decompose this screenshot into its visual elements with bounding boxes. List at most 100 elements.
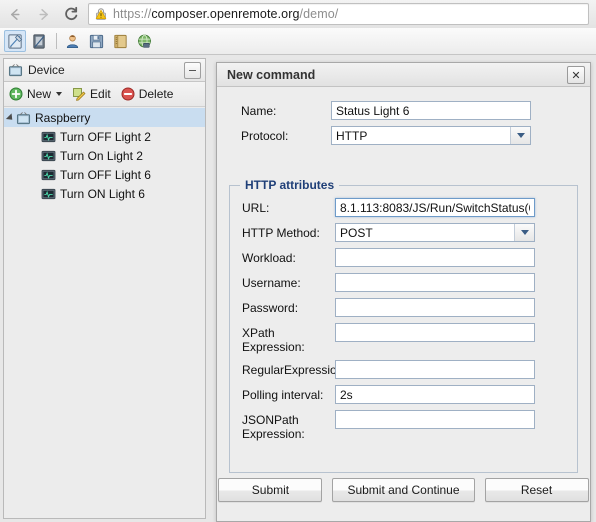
chevron-down-icon [516, 133, 525, 138]
url-input[interactable] [335, 198, 535, 217]
field-row-http-method: HTTP Method: [242, 223, 577, 242]
field-row-xpath: XPath Expression: [242, 323, 577, 354]
tree-item-label: Turn OFF Light 2 [60, 129, 151, 144]
protocol-select-wrap [331, 126, 531, 145]
username-label: Username: [242, 276, 301, 290]
field-row-password: Password: [242, 298, 577, 317]
http-attributes-rows: URL: HTTP Method: Workload: [230, 186, 577, 441]
http-method-label: HTTP Method: [242, 226, 320, 240]
polling-interval-label: Polling interval: [242, 388, 324, 402]
workload-input[interactable] [335, 248, 535, 267]
field-row-url: URL: [242, 198, 577, 217]
chevron-down-icon [520, 230, 529, 235]
http-method-select[interactable] [335, 223, 535, 242]
globe-online-icon[interactable] [133, 30, 155, 52]
url-scheme: https:// [113, 7, 152, 21]
toolbar-separator [56, 33, 57, 49]
tree-item-label: Turn On Light 2 [60, 148, 143, 163]
tree-item-label: Turn OFF Light 6 [60, 167, 151, 182]
device-tree: Raspberry Turn OFF Light 2 Turn On Light… [4, 107, 205, 203]
device-panel-actions: New Edit Delete [4, 82, 205, 107]
tree-item-command[interactable]: Turn OFF Light 6 [4, 165, 205, 184]
username-input[interactable] [335, 273, 535, 292]
field-row-workload: Workload: [242, 248, 577, 267]
protocol-label: Protocol: [241, 129, 289, 143]
submit-and-continue-button[interactable]: Submit and Continue [332, 478, 475, 502]
command-signal-icon [41, 131, 56, 143]
collapse-panel-button[interactable] [184, 62, 201, 79]
tree-item-command[interactable]: Turn On Light 2 [4, 146, 205, 165]
back-icon[interactable] [2, 1, 28, 27]
protocol-dropdown-button[interactable] [510, 127, 530, 144]
new-command-dialog: New command ✕ Name: Protocol: [216, 62, 591, 522]
device-panel: Device New Edit Delete Raspberry Turn OF… [3, 58, 206, 519]
tree-node-raspberry[interactable]: Raspberry [4, 108, 205, 127]
xpath-input[interactable] [335, 323, 535, 342]
dialog-body: Name: Protocol: HTTP attributes [217, 87, 590, 522]
workload-label: Workload: [242, 251, 296, 265]
regular-expression-label: RegularExpression: [242, 363, 347, 377]
device-tv-icon [8, 63, 23, 77]
tree-node-label: Raspberry [35, 110, 91, 125]
open-folder-icon[interactable] [109, 30, 131, 52]
new-building-modeler-icon[interactable] [4, 30, 26, 52]
new-button-label: New [27, 87, 52, 101]
edit-button-label: Edit [90, 87, 111, 101]
edit-button[interactable]: Edit [72, 87, 117, 101]
field-row-regex: RegularExpression: [242, 360, 577, 379]
reload-icon[interactable] [58, 1, 84, 27]
url-path: /demo/ [299, 7, 339, 21]
jsonpath-label: JSONPath Expression: [242, 413, 305, 441]
dialog-title: New command [227, 67, 316, 82]
account-user-icon[interactable] [61, 30, 83, 52]
new-button[interactable]: New [9, 87, 68, 101]
device-panel-title: Device [28, 63, 65, 77]
regular-expression-input[interactable] [335, 360, 535, 379]
name-label: Name: [241, 104, 277, 118]
save-floppy-icon[interactable] [85, 30, 107, 52]
polling-interval-input[interactable] [335, 385, 535, 404]
dialog-button-row: Submit Submit and Continue Reset [217, 478, 590, 502]
expand-arrow-icon[interactable] [5, 112, 16, 123]
submit-button[interactable]: Submit [218, 478, 323, 502]
password-input[interactable] [335, 298, 535, 317]
password-label: Password: [242, 301, 299, 315]
url-text: https://composer.openremote.org/demo/ [113, 7, 338, 21]
tree-item-label: Turn ON Light 6 [60, 186, 145, 201]
browser-toolbar: https://composer.openremote.org/demo/ [0, 0, 596, 29]
protocol-select[interactable] [331, 126, 531, 145]
minus-icon [189, 70, 196, 71]
xpath-label: XPath Expression: [242, 326, 305, 354]
warning-padlock-icon [94, 7, 108, 21]
command-signal-icon [41, 188, 56, 200]
http-method-dropdown-button[interactable] [514, 224, 534, 241]
app-root: https://composer.openremote.org/demo/ De… [0, 0, 596, 522]
name-input[interactable] [331, 101, 531, 120]
http-attributes-legend: HTTP attributes [240, 178, 340, 192]
http-method-select-wrap [335, 223, 535, 242]
close-icon[interactable]: ✕ [567, 66, 585, 84]
http-attributes-fieldset: HTTP attributes URL: HTTP Method: [229, 178, 578, 473]
dialog-titlebar: New command ✕ [217, 63, 590, 87]
command-signal-icon [41, 150, 56, 162]
address-bar[interactable]: https://composer.openremote.org/demo/ [88, 3, 589, 25]
field-row-jsonpath: JSONPath Expression: [242, 410, 577, 441]
url-host: composer.openremote.org [151, 7, 300, 21]
field-row-polling: Polling interval: [242, 385, 577, 404]
tree-item-command[interactable]: Turn ON Light 6 [4, 184, 205, 203]
tree-item-command[interactable]: Turn OFF Light 2 [4, 127, 205, 146]
forward-icon[interactable] [30, 1, 56, 27]
field-row-protocol: Protocol: [241, 126, 590, 145]
delete-button-label: Delete [138, 87, 174, 101]
field-row-name: Name: [241, 101, 590, 120]
delete-button[interactable]: Delete [121, 87, 180, 101]
jsonpath-input[interactable] [335, 410, 535, 429]
ui-designer-icon[interactable] [28, 30, 50, 52]
dialog-top-fields: Name: Protocol: [217, 87, 590, 145]
url-label: URL: [242, 201, 270, 215]
chevron-down-icon [56, 92, 63, 96]
minus-circle-red-icon [121, 87, 135, 101]
command-signal-icon [41, 169, 56, 181]
reset-button[interactable]: Reset [484, 478, 589, 502]
field-row-username: Username: [242, 273, 577, 292]
